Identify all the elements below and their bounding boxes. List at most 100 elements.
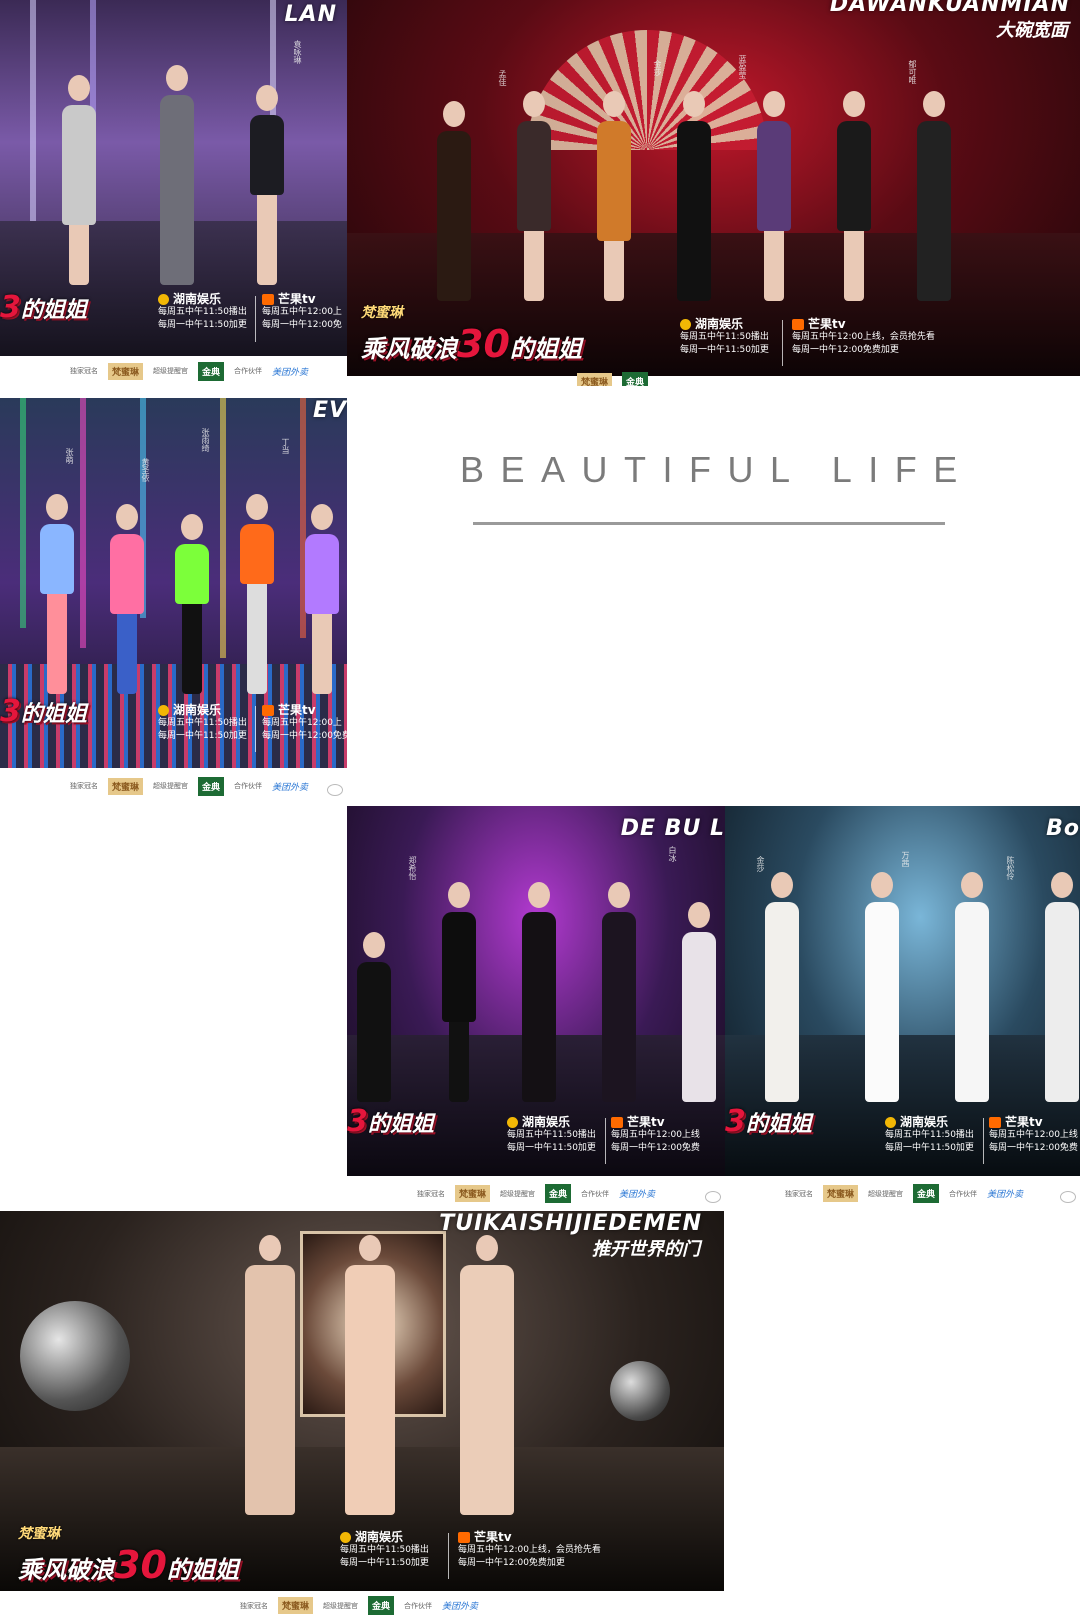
hunan-ent-icon — [158, 705, 169, 716]
poster-tuikaishijiedemen-scene: TUIKAISHIJIEDEMEN 推开世界的门 梵蜜琳 乘风破浪30的姐姐 湖南… — [0, 1211, 724, 1591]
poster-footer: 梵蜜琳 金典 — [347, 371, 1080, 386]
figure — [442, 882, 476, 1102]
figure — [865, 872, 899, 1102]
figure — [917, 90, 951, 301]
poster-lan-scene: 袁咏琳 LAN 3的姐姐 湖南娱乐 每周五中午11:50播出 每周一中午11:5… — [0, 0, 347, 356]
planet-left — [20, 1301, 130, 1411]
figure — [597, 90, 631, 301]
mango-tv-icon — [611, 1117, 623, 1128]
figure — [955, 872, 989, 1102]
name-tag: 陈松伶 — [1006, 856, 1015, 880]
poster-title: EV — [312, 398, 347, 423]
poster-dawankuanmian-scene: 孟佳 金莎 蓝盈莹 郁可唯 DAWANKUANMIAN 大碗宽面 梵蜜琳 乘风破浪… — [347, 0, 1080, 376]
schedule-mango: 芒果tv 每周五中午12:00上线，会员抢先看 每周一中午12:00免费加更 — [458, 1530, 601, 1568]
figure — [240, 494, 274, 694]
hunan-ent-icon — [507, 1117, 518, 1128]
figure — [682, 902, 716, 1102]
poster-title-cn: 推开世界的门 — [592, 1239, 700, 1260]
figure — [110, 504, 144, 694]
figure — [250, 84, 284, 285]
name-tag: 白冰 — [668, 846, 677, 862]
poster-bo: 金莎 万茜 陈松伶 Bo 3的姐姐 湖南娱乐 每周五中午11:50播出 每周一中… — [725, 806, 1080, 1211]
poster-footer: 独家冠名 梵蜜琳 超级提醒官 金典 合作伙伴 美团外卖 — [725, 1176, 1080, 1211]
name-tag: 丁当 — [281, 438, 290, 454]
poster-lan: 袁咏琳 LAN 3的姐姐 湖南娱乐 每周五中午11:50播出 每周一中午11:5… — [0, 0, 347, 386]
schedule-hunan: 湖南娱乐 每周五中午11:50播出 每周一中午11:50加更 — [158, 292, 247, 330]
poster-title: DE BU L — [620, 816, 725, 841]
figure — [837, 90, 871, 301]
name-tag: 金莎 — [653, 60, 662, 76]
poster-debul-scene: 郑希怡 白冰 DE BU L 3的姐姐 湖南娱乐 每周五中午11:50播出 每周… — [347, 806, 725, 1176]
mango-tv-icon — [262, 294, 274, 305]
figure — [345, 1235, 395, 1515]
show-logo: 梵蜜琳 乘风破浪30的姐姐 — [361, 305, 582, 366]
name-tag: 蓝盈莹 — [738, 55, 747, 79]
mango-tv-icon — [989, 1117, 1001, 1128]
figure — [522, 882, 556, 1102]
poster-title-cn: 大碗宽面 — [996, 20, 1068, 41]
poster-footer: 独家冠名 梵蜜琳 超级提醒官 金典 合作伙伴 美团外卖 — [0, 1591, 724, 1620]
mango-tv-icon — [262, 705, 274, 716]
figure — [175, 514, 209, 694]
name-tag: 金莎 — [756, 856, 765, 872]
planet-right — [610, 1361, 670, 1421]
schedule-mango: 芒果tv 每周五中午12:00上线 每周一中午12:00免费 — [989, 1115, 1078, 1153]
poster-footer: 独家冠名 梵蜜琳 超级提醒官 金典 合作伙伴 美团外卖 — [347, 1176, 725, 1211]
schedule-mango: 芒果tv 每周五中午12:00上线，会员抢先看 每周一中午12:00免费加更 — [792, 317, 935, 355]
figure — [40, 494, 74, 694]
figure — [305, 504, 339, 694]
poster-debul: 郑希怡 白冰 DE BU L 3的姐姐 湖南娱乐 每周五中午11:50播出 每周… — [347, 806, 725, 1211]
hunan-ent-icon — [340, 1532, 351, 1543]
poster-title: Bo — [1046, 816, 1080, 841]
figure — [677, 90, 711, 301]
schedule-mango: 芒果tv 每周五中午12:00上 每周一中午12:00免费 — [262, 703, 347, 741]
poster-title: DAWANKUANMIAN — [829, 0, 1070, 17]
name-tag: 万茜 — [901, 851, 910, 867]
figure — [62, 74, 96, 285]
weibo-icon — [1060, 1191, 1076, 1203]
figure — [460, 1235, 514, 1515]
figure — [437, 100, 471, 301]
schedule-hunan: 湖南娱乐 每周五中午11:50播出 每周一中午11:50加更 — [340, 1530, 429, 1568]
schedule-hunan: 湖南娱乐 每周五中午11:50播出 每周一中午11:50加更 — [158, 703, 247, 741]
schedule-hunan: 湖南娱乐 每周五中午11:50播出 每周一中午11:50加更 — [885, 1115, 974, 1153]
schedule-mango: 芒果tv 每周五中午12:00上线 每周一中午12:00免费 — [611, 1115, 700, 1153]
poster-dawankuanmian: 孟佳 金莎 蓝盈莹 郁可唯 DAWANKUANMIAN 大碗宽面 梵蜜琳 乘风破浪… — [347, 0, 1080, 386]
name-tag: 孟佳 — [498, 70, 507, 86]
schedule-hunan: 湖南娱乐 每周五中午11:50播出 每周一中午11:50加更 — [507, 1115, 596, 1153]
poster-bo-scene: 金莎 万茜 陈松伶 Bo 3的姐姐 湖南娱乐 每周五中午11:50播出 每周一中… — [725, 806, 1080, 1176]
caption-underline — [473, 522, 945, 525]
figure — [765, 872, 799, 1102]
show-logo: 3的姐姐 — [347, 1104, 434, 1139]
show-logo: 梵蜜琳 乘风破浪30的姐姐 — [18, 1526, 239, 1587]
mango-tv-icon — [458, 1532, 470, 1543]
show-logo: 3的姐姐 — [0, 290, 87, 325]
show-logo: 3的姐姐 — [725, 1104, 812, 1139]
figure — [757, 90, 791, 301]
figure — [357, 932, 391, 1102]
name-tag: 张萌 — [65, 448, 74, 464]
poster-footer: 独家冠名 梵蜜琳 超级提醒官 金典 合作伙伴 美团外卖 — [0, 356, 347, 386]
fan-backdrop — [527, 30, 767, 150]
figure — [245, 1235, 295, 1515]
name-tag: 袁咏琳 — [293, 40, 302, 64]
hunan-ent-icon — [680, 319, 691, 330]
figure — [160, 64, 194, 285]
figure — [1045, 872, 1079, 1102]
hunan-ent-icon — [885, 1117, 896, 1128]
weibo-icon — [705, 1191, 721, 1203]
poster-footer: 独家冠名 梵蜜琳 超级提醒官 金典 合作伙伴 美团外卖 — [0, 768, 347, 804]
poster-title: TUIKAISHIJIEDEMEN — [439, 1211, 702, 1236]
poster-tuikaishijiedemen: TUIKAISHIJIEDEMEN 推开世界的门 梵蜜琳 乘风破浪30的姐姐 湖南… — [0, 1211, 724, 1620]
figure — [517, 90, 551, 301]
show-logo: 3的姐姐 — [0, 694, 87, 729]
schedule-mango: 芒果tv 每周五中午12:00上 每周一中午12:00免 — [262, 292, 342, 330]
name-tag: 张雨绮 — [201, 428, 210, 452]
caption-text: BEAUTIFUL LIFE — [460, 449, 974, 490]
schedule-hunan: 湖南娱乐 每周五中午11:50播出 每周一中午11:50加更 — [680, 317, 769, 355]
name-tag: 郁可唯 — [908, 60, 917, 84]
hunan-ent-icon — [158, 294, 169, 305]
poster-title: LAN — [284, 2, 337, 27]
figure — [602, 882, 636, 1102]
name-tag: 郑希怡 — [408, 856, 417, 880]
